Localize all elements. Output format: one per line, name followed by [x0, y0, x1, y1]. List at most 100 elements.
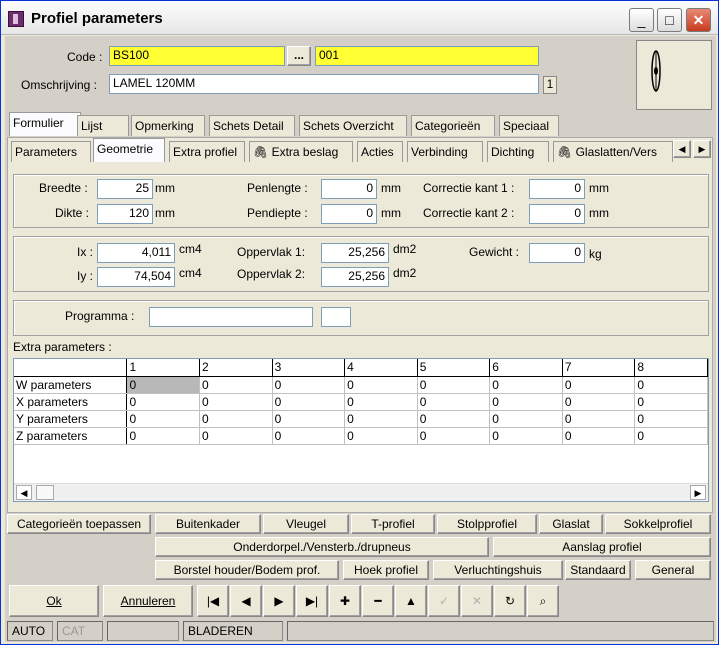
grid-cell[interactable]: 0 [126, 393, 201, 411]
grid-cell[interactable]: 0 [199, 427, 273, 445]
grid-cell[interactable]: 0 [489, 427, 563, 445]
grid-cell[interactable]: 0 [562, 427, 636, 445]
stolpprofiel-button[interactable]: Stolpprofiel [437, 514, 537, 534]
grid-cell[interactable]: 0 [417, 393, 491, 411]
grid-cell[interactable]: 0 [634, 393, 708, 411]
horizontal-scrollbar[interactable]: ◀ ▶ [14, 483, 708, 501]
confirm-icon[interactable]: ✓ [428, 585, 460, 617]
grid-cell[interactable]: 0 [344, 427, 418, 445]
grid-cell[interactable]: 0 [417, 427, 491, 445]
ok-button[interactable]: Ok [9, 585, 99, 617]
opp2-field[interactable]: 25,256 [321, 267, 389, 287]
sub-tab-parameters[interactable]: Parameters [11, 141, 91, 162]
main-tab-opmerking[interactable]: Opmerking [131, 115, 205, 136]
extra-parameters-grid[interactable]: 12345678W parameters 0 0 0 0 0 0 0 0 X parameters… [13, 358, 709, 502]
breedte-field[interactable]: 25 [97, 179, 153, 199]
hoek-profiel-button[interactable]: Hoek profiel [343, 560, 429, 580]
grid-cell[interactable]: 0 [272, 427, 346, 445]
correctie1-field[interactable]: 0 [529, 179, 585, 199]
grid-cell[interactable]: 0 [489, 410, 563, 428]
grid-cell[interactable]: 0 [417, 410, 491, 428]
opp1-field[interactable]: 25,256 [321, 243, 389, 263]
grid-column-header[interactable]: 2 [199, 359, 273, 377]
grid-cell[interactable]: 0 [489, 393, 563, 411]
main-tab-lijst[interactable]: Lijst [77, 115, 129, 136]
tab-scroll-right[interactable]: ▶ [693, 140, 711, 158]
add-icon[interactable]: ✚ [329, 585, 361, 617]
grid-cell[interactable]: 0 [199, 393, 273, 411]
grid-cell[interactable]: 0 [417, 376, 491, 394]
cancel-icon[interactable]: ✕ [461, 585, 493, 617]
sokkelprofiel-button[interactable]: Sokkelprofiel [605, 514, 711, 534]
grid-cell[interactable]: 0 [344, 410, 418, 428]
pendiepte-field[interactable]: 0 [321, 204, 377, 224]
grid-cell[interactable]: 0 [272, 393, 346, 411]
programma-extra-field[interactable] [321, 307, 351, 327]
standaard-button[interactable]: Standaard [565, 560, 631, 580]
grid-cell[interactable]: 0 [562, 376, 636, 394]
scroll-right-icon[interactable]: ▶ [690, 485, 706, 500]
ix-field[interactable]: 4,011 [97, 243, 175, 263]
close-button[interactable]: ✕ [686, 8, 711, 32]
first-icon[interactable]: |◀ [197, 585, 229, 617]
grid-column-header[interactable]: 1 [126, 359, 201, 377]
iy-field[interactable]: 74,504 [97, 267, 175, 287]
aanslag-profiel-button[interactable]: Aanslag profiel [493, 537, 711, 557]
vleugel-button[interactable]: Vleugel [263, 514, 349, 534]
grid-cell[interactable]: 0 [199, 376, 273, 394]
grid-cell[interactable]: 0 [126, 376, 201, 394]
correctie2-field[interactable]: 0 [529, 204, 585, 224]
grid-column-header[interactable]: 5 [417, 359, 491, 377]
main-tab-categorie-n[interactable]: Categorieën [411, 115, 495, 136]
refresh-icon[interactable]: ↻ [494, 585, 526, 617]
grid-cell[interactable]: 0 [489, 376, 563, 394]
sub-tab-dichting[interactable]: Dichting [487, 141, 549, 162]
up-icon[interactable]: ▲ [395, 585, 427, 617]
t-profiel-button[interactable]: T-profiel [351, 514, 435, 534]
grid-column-header[interactable]: 7 [562, 359, 636, 377]
main-tab-schets-overzicht[interactable]: Schets Overzicht [299, 115, 407, 136]
grid-cell[interactable]: 0 [634, 376, 708, 394]
grid-cell[interactable]: 0 [126, 410, 201, 428]
programma-field[interactable] [149, 307, 313, 327]
general-button[interactable]: General [635, 560, 711, 580]
prev-icon[interactable]: ◀ [230, 585, 262, 617]
verluchtingshuis-button[interactable]: Verluchtingshuis [433, 560, 563, 580]
tab-scroll-left[interactable]: ◀ [673, 140, 691, 158]
code2-field[interactable]: 001 [315, 46, 539, 66]
grid-cell[interactable]: 0 [562, 410, 636, 428]
main-tab-speciaal[interactable]: Speciaal [499, 115, 559, 136]
grid-cell[interactable]: 0 [199, 410, 273, 428]
borstel-houder-bodem-prof-button[interactable]: Borstel houder/Bodem prof. [155, 560, 339, 580]
next-icon[interactable]: ▶ [263, 585, 295, 617]
gewicht-field[interactable]: 0 [529, 243, 585, 263]
sub-tab-extra-profiel[interactable]: Extra profiel [169, 141, 245, 162]
onderdorpel-vensterb-drupneus-button[interactable]: Onderdorpel./Vensterb./drupneus [155, 537, 489, 557]
code-field[interactable]: BS100 [109, 46, 285, 66]
main-tab-schets-detail[interactable]: Schets Detail [209, 115, 295, 136]
remove-icon[interactable]: ━ [362, 585, 394, 617]
penlengte-field[interactable]: 0 [321, 179, 377, 199]
grid-cell[interactable]: 0 [634, 427, 708, 445]
sub-tab-geometrie[interactable]: Geometrie [93, 138, 165, 162]
sub-tab-glaslatten-vers[interactable]: 🖇 Glaslatten/Vers [553, 141, 673, 162]
search-icon[interactable]: ⌕ [527, 585, 559, 617]
sub-tab-extra-beslag[interactable]: 🖇 Extra beslag [249, 141, 353, 162]
scroll-left-icon[interactable]: ◀ [16, 485, 32, 500]
dikte-field[interactable]: 120 [97, 204, 153, 224]
last-icon[interactable]: ▶| [296, 585, 328, 617]
grid-column-header[interactable]: 4 [344, 359, 418, 377]
grid-column-header[interactable]: 3 [272, 359, 346, 377]
grid-column-header[interactable]: 8 [634, 359, 708, 377]
sub-tab-acties[interactable]: Acties [357, 141, 403, 162]
grid-cell[interactable]: 0 [344, 376, 418, 394]
grid-cell[interactable]: 0 [272, 410, 346, 428]
sub-tab-verbinding[interactable]: Verbinding [407, 141, 483, 162]
glaslat-button[interactable]: Glaslat [539, 514, 603, 534]
minimize-button[interactable]: _ [629, 8, 654, 32]
omschrijving-field[interactable]: LAMEL 120MM [109, 74, 539, 94]
maximize-button[interactable]: □ [657, 8, 682, 32]
main-tab-formulier[interactable]: Formulier [9, 112, 81, 136]
buitenkader-button[interactable]: Buitenkader [155, 514, 261, 534]
grid-cell[interactable]: 0 [562, 393, 636, 411]
